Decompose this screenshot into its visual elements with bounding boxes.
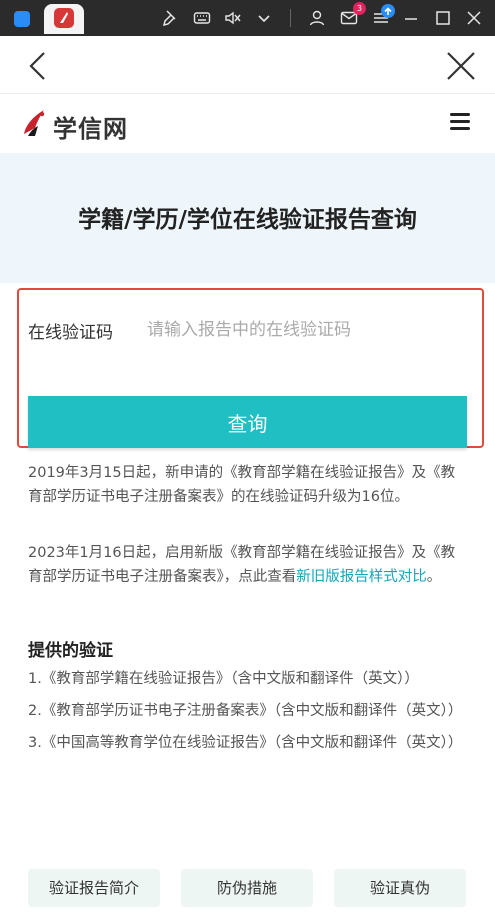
logo-mark-icon	[20, 106, 50, 140]
list-item: 2.《教育部学历证书电子注册备案表》（含中文版和翻译件（英文））	[28, 703, 463, 719]
keyboard-icon[interactable]	[193, 9, 211, 27]
hero-banner: 学籍/学历/学位在线验证报告查询	[0, 153, 495, 283]
mail-badge: 3	[353, 2, 366, 15]
divider	[290, 9, 291, 27]
system-bar: 3	[0, 0, 495, 36]
site-header: 学信网	[0, 95, 495, 153]
provided-title: 提供的验证	[28, 641, 113, 661]
user-icon[interactable]	[308, 9, 326, 27]
app-icon[interactable]	[54, 8, 74, 28]
verification-code-input[interactable]	[138, 310, 468, 350]
list-item: 3.《中国高等教育学位在线验证报告》（含中文版和翻译件（英文））	[28, 735, 463, 751]
anti-fake-button[interactable]: 防伪措施	[181, 869, 313, 907]
notice-new-version: 2023年1月16日起，启用新版《教育部学籍在线验证报告》及《教育部学历证书电子…	[28, 541, 468, 589]
app-switcher-icon[interactable]	[14, 11, 30, 27]
browser-navbar	[0, 36, 495, 94]
verify-authenticity-button[interactable]: 验证真伪	[334, 869, 466, 907]
page-title: 学籍/学历/学位在线验证报告查询	[78, 207, 417, 233]
notice-new-version-end: 。	[426, 569, 442, 585]
back-arrow-icon[interactable]	[24, 50, 52, 82]
verification-code-label: 在线验证码	[28, 323, 113, 343]
mute-icon[interactable]	[224, 9, 242, 27]
site-logo[interactable]: 学信网	[20, 104, 140, 144]
logo-text: 学信网	[53, 115, 128, 143]
update-badge-icon	[381, 4, 395, 18]
list-item: 1.《教育部学籍在线验证报告》（含中文版和翻译件（英文））	[28, 671, 419, 687]
provided-list: 1.《教育部学籍在线验证报告》（含中文版和翻译件（英文）） 2.《教育部学历证书…	[28, 667, 463, 763]
compare-versions-link[interactable]: 新旧版报告样式对比	[296, 569, 427, 585]
close-icon[interactable]	[465, 9, 483, 27]
pin-icon[interactable]	[162, 9, 180, 27]
query-button[interactable]: 查询	[28, 396, 467, 448]
hamburger-menu-icon[interactable]	[450, 113, 470, 131]
close-x-icon[interactable]	[445, 50, 477, 82]
maximize-icon[interactable]	[434, 9, 452, 27]
chevron-down-icon[interactable]	[255, 9, 273, 27]
notice-upgrade: 2019年3月15日起，新申请的《教育部学籍在线验证报告》及《教育部学历证书电子…	[28, 465, 456, 505]
minimize-icon[interactable]	[402, 9, 420, 27]
report-intro-button[interactable]: 验证报告简介	[28, 869, 160, 907]
